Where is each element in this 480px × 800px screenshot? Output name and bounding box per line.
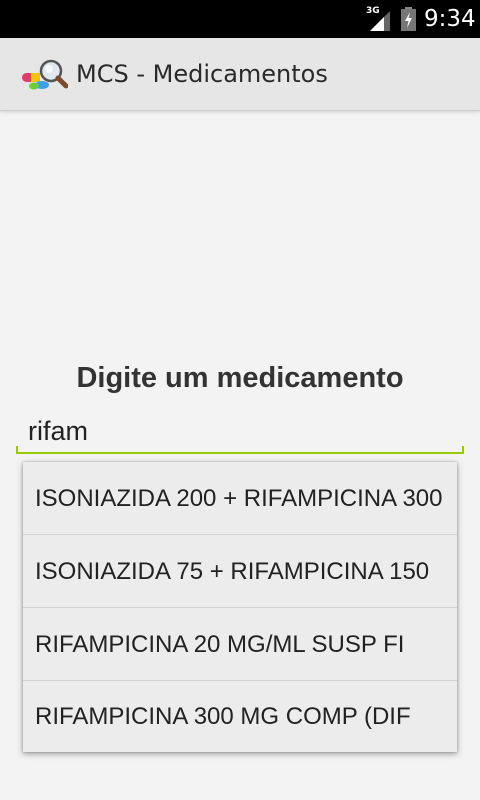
suggestion-item[interactable]: ISONIAZIDA 75 + RIFAMPICINA 150 — [23, 535, 457, 608]
status-bar: 3G 9:34 — [0, 0, 480, 38]
suggestion-item[interactable]: RIFAMPICINA 20 MG/ML SUSP FI — [23, 608, 457, 681]
suggestion-item[interactable]: RIFAMPICINA 300 MG COMP (DIF — [23, 681, 457, 752]
app-title: MCS - Medicamentos — [76, 60, 328, 88]
autocomplete-dropdown: ISONIAZIDA 200 + RIFAMPICINA 300 ISONIAZ… — [23, 462, 457, 752]
network-signal-icon: 3G — [366, 6, 392, 32]
app-logo-icon[interactable] — [20, 55, 69, 95]
action-bar: MCS - Medicamentos — [0, 38, 480, 111]
input-underline-right-cap — [462, 446, 464, 454]
medication-search-input[interactable] — [16, 410, 464, 454]
input-underline-left-cap — [16, 446, 18, 454]
status-clock: 9:34 — [424, 6, 476, 32]
battery-charging-icon — [401, 7, 416, 31]
suggestion-item[interactable]: ISONIAZIDA 200 + RIFAMPICINA 300 — [23, 462, 457, 535]
search-prompt-label: Digite um medicamento — [76, 362, 404, 394]
